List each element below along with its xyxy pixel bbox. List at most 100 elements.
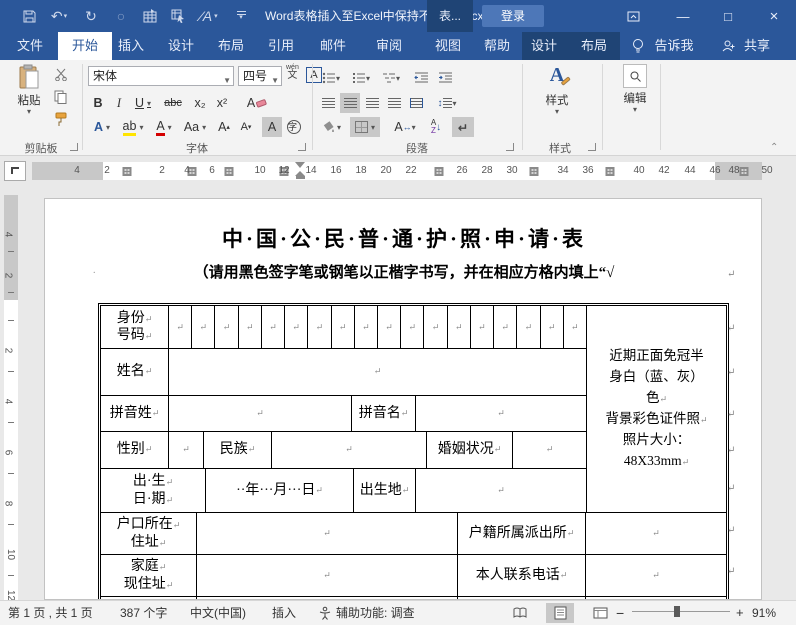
id-digit-cell[interactable]: ↵	[239, 306, 262, 348]
table-column-marker[interactable]	[605, 167, 615, 176]
insert-table-icon[interactable]	[140, 0, 160, 32]
align-left-button[interactable]	[318, 93, 338, 113]
read-mode-button[interactable]	[506, 603, 534, 623]
sort-button[interactable]: A Z ↓	[424, 117, 448, 137]
cut-icon[interactable]	[54, 68, 69, 81]
copy-icon[interactable]	[54, 90, 68, 104]
decrease-indent-button[interactable]	[410, 68, 432, 88]
id-number-cells[interactable]: ↵ ↵ ↵ ↵ ↵ ↵ ↵ ↵ ↵ ↵ ↵ ↵ ↵ ↵ ↵ ↵ ↵ ↵	[169, 306, 586, 348]
tell-me-label[interactable]: 告诉我	[654, 32, 693, 60]
table-column-marker[interactable]	[529, 167, 539, 176]
vertical-ruler[interactable]: 4 2 2 4 6 8 10 12	[2, 195, 18, 600]
subscript-button[interactable]: x₂	[190, 93, 210, 113]
tab-table-design[interactable]: 设计	[531, 32, 557, 60]
align-right-button[interactable]	[362, 93, 382, 113]
tab-view[interactable]: 视图	[435, 32, 461, 60]
id-digit-cell[interactable]: ↵	[424, 306, 448, 348]
name-input-cell[interactable]: ↵	[169, 349, 586, 395]
table-column-marker[interactable]	[224, 167, 234, 176]
align-center-button[interactable]	[340, 93, 360, 113]
character-shading-button[interactable]: A	[262, 117, 282, 137]
chevron-down-icon[interactable]: ▼	[223, 72, 231, 90]
id-digit-cell[interactable]: ↵	[192, 306, 216, 348]
underline-button[interactable]: U ▾	[130, 93, 156, 113]
tab-selector[interactable]	[4, 161, 26, 181]
hukou-address-cell[interactable]: ↵	[197, 513, 458, 554]
document-page[interactable]: 中·国·公·民·普·通·护·照·申·请·表 （请用黑色签字笔或钢笔以正楷字书写，…	[44, 198, 762, 600]
clipboard-dialog-launcher[interactable]	[70, 143, 78, 151]
print-layout-button[interactable]	[546, 603, 574, 623]
font-name-combo[interactable]: 宋体 ▼	[88, 66, 234, 86]
tab-help[interactable]: 帮助	[484, 32, 510, 60]
tab-review[interactable]: 审阅	[376, 32, 402, 60]
shrink-font-button[interactable]: A ▾	[236, 117, 256, 137]
superscript-button[interactable]: x²	[212, 93, 232, 113]
id-digit-cell[interactable]: ↵	[401, 306, 425, 348]
id-digit-cell[interactable]: ↵	[448, 306, 471, 348]
shading-button[interactable]: ▾	[318, 117, 346, 137]
italic-button[interactable]: I	[110, 93, 128, 113]
horizontal-ruler[interactable]: 4 2 2 4 6 10 12 14 16 18 20 22 26 28 30 34 36 40 42 44 46 48 5…	[32, 162, 773, 180]
id-digit-cell[interactable]: ↵	[355, 306, 378, 348]
numbering-button[interactable]: ▾	[348, 68, 374, 88]
multilevel-list-button[interactable]: ▾	[378, 68, 404, 88]
tab-references[interactable]: 引用	[268, 32, 294, 60]
marital-cell[interactable]: ↵	[513, 432, 586, 468]
grow-font-button[interactable]: A ▴	[214, 117, 234, 137]
first-line-indent-marker[interactable]	[295, 162, 305, 168]
tab-file[interactable]: 文件	[17, 32, 43, 60]
page-info[interactable]: 第 1 页 , 共 1 页	[8, 601, 93, 625]
collapse-ribbon-icon[interactable]: ⌃	[770, 142, 778, 153]
strikethrough-button[interactable]: abc	[160, 93, 186, 113]
tab-insert[interactable]: 插入	[118, 32, 144, 60]
draw-a-icon[interactable]: ⁄A ▾	[196, 0, 222, 32]
tab-home[interactable]: 开始	[57, 32, 113, 60]
increase-indent-button[interactable]	[434, 68, 456, 88]
zoom-out-button[interactable]: −	[616, 601, 624, 625]
font-dialog-launcher[interactable]	[298, 143, 306, 151]
table-column-marker[interactable]	[122, 167, 132, 176]
id-digit-cell[interactable]: ↵	[564, 306, 586, 348]
styles-dialog-launcher[interactable]	[588, 143, 596, 151]
redo-button[interactable]: ↻	[82, 0, 100, 32]
asian-layout-button[interactable]: A ↔ ▾	[390, 117, 420, 137]
paste-dropdown[interactable]: ▾	[27, 108, 31, 116]
table-column-marker[interactable]	[434, 167, 444, 176]
phone-cell[interactable]: ↵	[586, 555, 726, 596]
chevron-down-icon[interactable]: ▼	[271, 72, 279, 90]
table-tools-label[interactable]: 表...	[427, 0, 473, 32]
id-digit-cell[interactable]: ↵	[494, 306, 518, 348]
undo-button[interactable]: ↶ ▾	[48, 0, 70, 32]
id-digit-cell[interactable]: ↵	[262, 306, 286, 348]
insert-mode-indicator[interactable]: 插入	[272, 601, 296, 625]
id-digit-cell[interactable]: ↵	[541, 306, 564, 348]
ethnicity-cell[interactable]: ↵	[272, 432, 427, 468]
zoom-slider-track[interactable]	[632, 611, 730, 612]
enclose-characters-button[interactable]: 字	[284, 117, 304, 137]
phonetic-guide-button[interactable]: wén 文	[286, 64, 299, 81]
maximize-button[interactable]: □	[709, 0, 747, 32]
id-digit-cell[interactable]: ↵	[215, 306, 239, 348]
font-size-combo[interactable]: 四号 ▼	[238, 66, 282, 86]
accessibility-status[interactable]: 辅助功能: 调查	[336, 601, 415, 625]
table-column-marker[interactable]	[739, 167, 749, 176]
left-indent-marker[interactable]	[296, 176, 305, 179]
home-address-cell[interactable]: ↵	[197, 555, 458, 596]
font-color-button[interactable]: A ▾	[150, 117, 178, 137]
pinyin-surname-cell[interactable]: ↵	[169, 396, 352, 431]
show-hide-marks-button[interactable]: ↵	[452, 117, 474, 137]
change-case-button[interactable]: Aa ▾	[180, 117, 210, 137]
id-digit-cell[interactable]: ↵	[517, 306, 541, 348]
borders-button[interactable]: ▾	[350, 117, 380, 137]
share-person-icon[interactable]	[722, 32, 737, 60]
select-table-icon[interactable]	[168, 0, 188, 32]
tab-layout[interactable]: 布局	[218, 32, 244, 60]
justify-button[interactable]	[384, 93, 404, 113]
highlight-color-button[interactable]: ab ▾	[118, 117, 148, 137]
format-painter-icon[interactable]	[54, 112, 69, 127]
language-indicator[interactable]: 中文(中国)	[190, 601, 246, 625]
id-digit-cell[interactable]: ↵	[378, 306, 402, 348]
id-digit-cell[interactable]: ↵	[332, 306, 355, 348]
bold-button[interactable]: B	[88, 93, 108, 113]
sign-in-button[interactable]: 登录	[482, 5, 544, 27]
